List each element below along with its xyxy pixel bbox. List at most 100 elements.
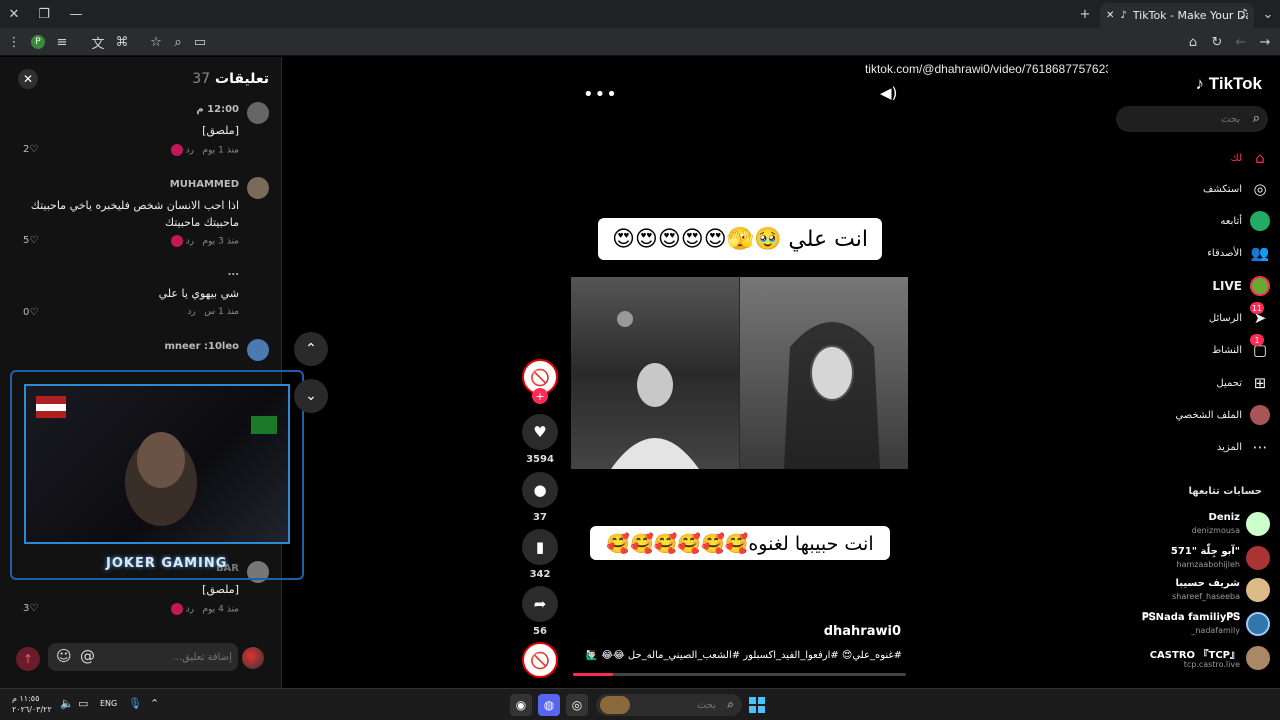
translate-icon[interactable]: 文 xyxy=(88,32,108,52)
emoji-icon[interactable]: ☺ xyxy=(56,647,72,665)
sidebar-item-messages[interactable]: ➤ 11 الرسائل xyxy=(1209,302,1270,329)
extension-icon[interactable]: ⌘ xyxy=(112,32,132,52)
search-icon[interactable]: ⌕ xyxy=(1253,111,1260,126)
avatar[interactable] xyxy=(247,177,269,199)
network-icon[interactable]: ▭ xyxy=(78,697,88,710)
search-icon: ⌕ xyxy=(727,697,734,711)
friends-icon: 👥 xyxy=(1250,244,1270,262)
like-comment-button[interactable]: 2♡ xyxy=(23,144,38,155)
zoom-icon[interactable]: ⌕ xyxy=(168,32,188,52)
tiktok-logo[interactable]: ♪ TikTok xyxy=(1196,74,1262,94)
comment-input-box[interactable]: ☺ @ xyxy=(48,643,238,671)
close-window-icon[interactable]: ✕ xyxy=(4,4,24,24)
sidebar-item-friends[interactable]: 👥 الأصدقاء xyxy=(1207,242,1270,264)
video-progress-bar[interactable] xyxy=(573,673,906,676)
search-input[interactable] xyxy=(1126,111,1240,127)
sidebar-item-foryou[interactable]: ⌂ لك xyxy=(1231,147,1270,169)
like-comment-button[interactable]: 3♡ xyxy=(23,603,38,614)
search-box[interactable]: ⌕ xyxy=(1116,106,1268,132)
reply-button[interactable]: رد xyxy=(186,146,194,156)
reply-button[interactable]: رد xyxy=(187,307,195,317)
comment-input[interactable] xyxy=(102,648,232,666)
like-comment-button[interactable]: 5♡ xyxy=(23,235,38,246)
language-indicator[interactable]: ENG xyxy=(100,699,117,708)
comment-user[interactable]: 12:00 م xyxy=(196,104,239,115)
heart-icon: ♡ xyxy=(29,307,39,318)
comment-time: منذ 1 يوم xyxy=(202,145,239,156)
windows-start-icon[interactable] xyxy=(746,694,768,716)
previous-video-button[interactable]: ⌃ xyxy=(294,332,328,366)
comment-user[interactable]: mneer :10leo xyxy=(164,341,239,352)
profile-button[interactable]: P xyxy=(28,32,48,52)
sidebar-item-profile[interactable]: الملف الشخصي xyxy=(1175,404,1270,426)
tab-close-icon[interactable]: ✕ xyxy=(1106,10,1114,21)
share-count: 56 xyxy=(533,626,547,637)
reload-icon[interactable]: ↻ xyxy=(1207,32,1227,52)
tab-search-icon[interactable]: ⌄ xyxy=(1258,4,1278,24)
back-icon[interactable]: → xyxy=(1255,32,1275,52)
chrome-taskbar-icon[interactable]: ◉ xyxy=(510,694,532,716)
tab-tiktok[interactable]: ✕ ♪ TikTok - Make Your Day xyxy=(1100,3,1254,28)
forward-icon[interactable]: ← xyxy=(1231,32,1251,52)
minimize-window-icon[interactable]: — xyxy=(66,4,86,24)
tray-clock[interactable]: ١١:٥٥ م ٢٠٢٦/٠٣/٢٢ xyxy=(12,693,52,715)
restore-window-icon[interactable]: ❐ xyxy=(34,4,54,24)
bookmark-icon: ▮ xyxy=(535,538,545,556)
chevron-up-icon[interactable]: ⌃ xyxy=(150,697,159,710)
reading-list-icon[interactable]: ≡ xyxy=(52,32,72,52)
comment-user[interactable]: MUHAMMED xyxy=(170,179,239,190)
account-handle: denizmousa xyxy=(1191,526,1240,535)
obs-taskbar-icon[interactable]: ◎ xyxy=(566,694,588,716)
avatar[interactable] xyxy=(247,339,269,361)
followed-account[interactable]: آبو جِلّة "571" hamzaabohijleh xyxy=(1116,544,1276,572)
tab-title: TikTok - Make Your Day xyxy=(1132,9,1248,22)
followed-account[interactable]: شريف حسيبا shareef_haseeba xyxy=(1116,576,1276,604)
sidebar-item-following[interactable]: أتابعه xyxy=(1220,210,1270,232)
taskbar-search[interactable]: ⌕ xyxy=(596,694,742,716)
microphone-icon[interactable]: 🎙 xyxy=(128,697,142,710)
speaker-icon[interactable]: 🔈 xyxy=(60,697,74,710)
discord-taskbar-icon[interactable]: ◍ xyxy=(538,694,560,716)
bookmark-button[interactable]: ▮ xyxy=(522,529,558,565)
video-player[interactable] xyxy=(571,277,908,469)
webcam-overlay: JOKER GAMING xyxy=(10,370,304,580)
reply-button[interactable]: رد xyxy=(186,605,194,615)
mention-icon[interactable]: @ xyxy=(80,647,95,665)
like-button[interactable]: ♥ xyxy=(522,414,558,450)
sidebar-item-activity[interactable]: ▢ 1 النشاط xyxy=(1212,334,1270,361)
sidebar-item-live[interactable]: LIVE xyxy=(1212,275,1270,297)
share-arrow-icon: ➦ xyxy=(533,595,547,613)
taskbar-search-input[interactable] xyxy=(636,697,716,713)
comment-button[interactable]: ● xyxy=(522,472,558,508)
comment-meta: منذ 1 س رد xyxy=(187,307,239,317)
next-video-button[interactable]: ⌄ xyxy=(294,379,328,413)
sidebar-item-upload[interactable]: ⊞ تحميل xyxy=(1216,372,1270,394)
messages-icon: ➤ 11 xyxy=(1249,302,1267,327)
comment-user[interactable]: ... xyxy=(228,267,239,278)
follow-plus-button[interactable]: + xyxy=(532,388,548,404)
reply-button[interactable]: رد xyxy=(186,237,194,247)
followed-account[interactable]: CASTRO 『TCP』 tcp.castro.live xyxy=(1116,644,1276,672)
volume-icon[interactable]: ◀) xyxy=(880,84,897,102)
home-browser-icon[interactable]: ⌂ xyxy=(1183,32,1203,52)
menu-icon[interactable]: ⋮ xyxy=(4,32,24,52)
close-comments-button[interactable]: ✕ xyxy=(18,69,38,89)
cast-icon[interactable]: ▭ xyxy=(190,32,210,52)
bookmark-star-icon[interactable]: ☆ xyxy=(146,32,166,52)
comments-title-label: تعليقات xyxy=(215,71,269,87)
followed-account[interactable]: 𝐏𝐒Nada familiy𝐏𝐒 _nadafamily xyxy=(1116,610,1276,638)
upload-icon: ⊞ xyxy=(1253,374,1267,392)
like-comment-button[interactable]: 0♡ xyxy=(23,307,38,318)
share-button[interactable]: ➦ xyxy=(522,586,558,622)
avatar[interactable] xyxy=(247,102,269,124)
new-tab-icon[interactable]: + xyxy=(1075,4,1095,24)
video-author[interactable]: dhahrawi0 xyxy=(824,624,901,639)
sidebar-item-explore[interactable]: ◎ استكشف xyxy=(1203,178,1270,200)
webcam-scene-icon xyxy=(36,396,277,526)
music-disc-icon[interactable]: 🚫 xyxy=(522,642,558,678)
sidebar-item-more[interactable]: ⋯ المزيد xyxy=(1217,436,1270,458)
more-options-icon[interactable]: ••• xyxy=(583,84,618,105)
followed-account[interactable]: Deniz denizmousa xyxy=(1116,510,1276,538)
send-comment-button[interactable]: ↑ xyxy=(16,647,40,671)
comment-item: 12:00 م [ملصق] منذ 1 يوم رد 2♡ xyxy=(11,102,269,162)
